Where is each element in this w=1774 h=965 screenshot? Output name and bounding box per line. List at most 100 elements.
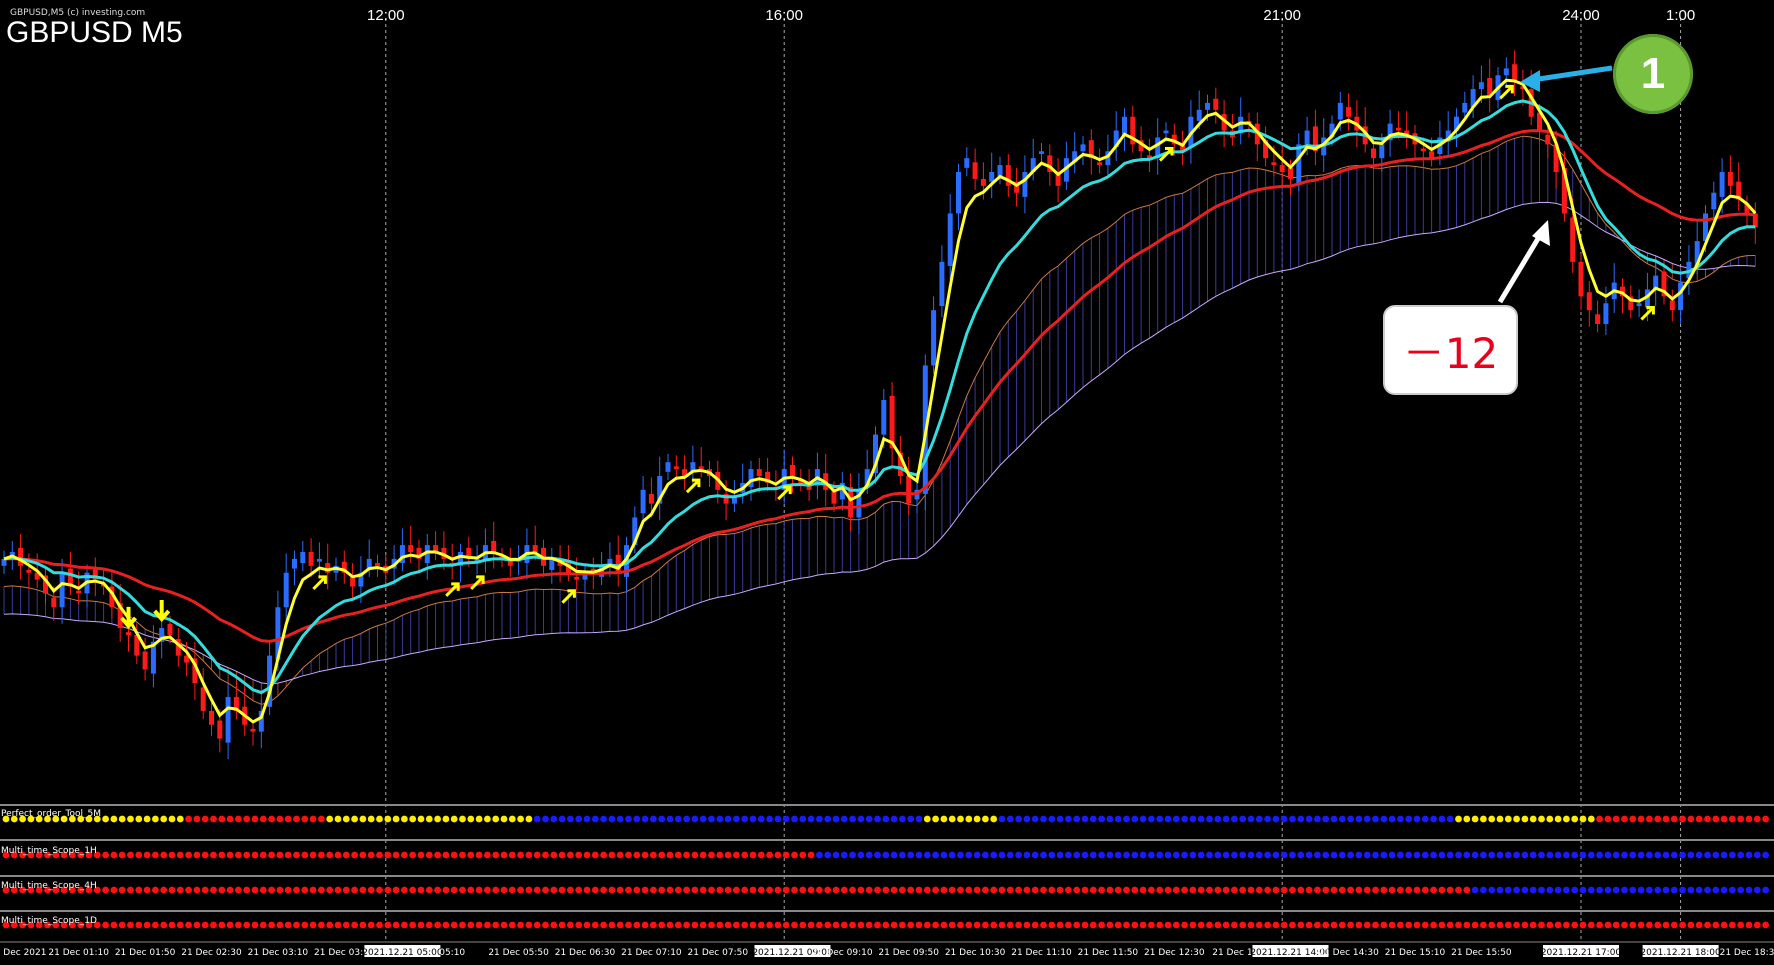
trend-dot — [1430, 815, 1437, 823]
trend-dot — [185, 815, 193, 823]
trend-dot — [276, 886, 284, 894]
trend-dot — [1571, 886, 1579, 894]
trend-dot — [708, 886, 715, 894]
trend-dot — [417, 886, 425, 894]
trend-dot — [816, 815, 823, 823]
trend-dot — [857, 921, 865, 929]
trend-dot — [1438, 851, 1446, 859]
trend-dot — [235, 851, 242, 859]
trend-dot — [1446, 886, 1454, 894]
trend-dot — [749, 851, 757, 859]
trend-dot — [1280, 921, 1288, 929]
trend-dot — [1695, 921, 1703, 929]
trend-dot — [591, 851, 599, 859]
trend-dot — [376, 815, 383, 823]
trend-dot — [1314, 921, 1321, 929]
trend-dot — [1538, 851, 1545, 859]
trend-dot — [517, 851, 524, 859]
trend-dot — [334, 886, 342, 894]
trend-dot — [1380, 851, 1388, 859]
trend-dot — [1089, 886, 1097, 894]
price-chart[interactable]: 12:0016:0021:0024:001:00 1 Dec 202121 De… — [0, 0, 1774, 965]
trend-dot — [774, 815, 782, 823]
trend-dot — [1239, 921, 1247, 929]
trend-dot — [193, 851, 201, 859]
trend-dot — [940, 921, 948, 929]
trend-dot — [1015, 851, 1022, 859]
trend-dot — [716, 921, 724, 929]
trend-dot — [1065, 921, 1072, 929]
bottom-axis-label: 05:10 — [439, 948, 465, 958]
trend-dot — [484, 851, 491, 859]
trend-dot — [1314, 851, 1321, 859]
trend-dot — [127, 851, 134, 859]
trend-dot — [1023, 886, 1031, 894]
trend-dot — [1712, 815, 1720, 823]
trend-dot — [1737, 921, 1745, 929]
trend-dot — [658, 851, 666, 859]
trend-dot — [243, 886, 251, 894]
trend-dot — [1255, 815, 1263, 823]
trend-dot — [193, 815, 201, 823]
trend-dot — [1189, 851, 1197, 859]
trend-dot — [1338, 815, 1346, 823]
trend-dot — [459, 886, 466, 894]
trend-dot — [143, 815, 151, 823]
trend-dot — [915, 886, 923, 894]
trend-dot — [882, 886, 890, 894]
trend-dot — [326, 921, 334, 929]
trend-dot — [1006, 886, 1014, 894]
trend-dot — [666, 815, 674, 823]
trend-dot — [152, 886, 159, 894]
trend-dot — [409, 886, 417, 894]
trend-dot — [384, 886, 392, 894]
trend-dot — [542, 886, 549, 894]
trend-dot — [550, 815, 558, 823]
trend-dot — [1131, 815, 1139, 823]
trend-dot — [500, 886, 508, 894]
trend-dot — [1455, 921, 1462, 929]
trend-dot — [1214, 921, 1222, 929]
trend-dot — [1297, 921, 1305, 929]
bottom-axis-label: 21 Dec 09:10 — [812, 948, 873, 958]
trend-dot — [434, 886, 441, 894]
trend-dot — [1363, 921, 1371, 929]
trend-dot — [110, 851, 118, 859]
trend-dot — [1272, 815, 1280, 823]
trend-dot — [450, 921, 458, 929]
trend-dot — [865, 921, 873, 929]
trend-dot — [1695, 886, 1703, 894]
trend-dot — [608, 921, 616, 929]
trend-dot — [542, 921, 549, 929]
trend-dot — [1006, 815, 1014, 823]
trend-dot — [1662, 921, 1670, 929]
trend-dot — [691, 815, 699, 823]
trend-dot — [401, 815, 408, 823]
trend-dot — [392, 851, 400, 859]
trend-dot — [832, 921, 840, 929]
trend-dot — [525, 921, 533, 929]
trend-dot — [1139, 921, 1147, 929]
trend-dot — [309, 921, 317, 929]
trend-dot — [1139, 851, 1147, 859]
trend-dot — [716, 815, 724, 823]
trend-dot — [276, 851, 284, 859]
trend-dot — [1563, 815, 1570, 823]
trend-dot — [1056, 851, 1064, 859]
trend-dot — [301, 921, 309, 929]
trend-dot — [533, 815, 541, 823]
trend-dot — [1729, 921, 1736, 929]
trend-dot — [1397, 886, 1404, 894]
trend-dot — [1247, 886, 1255, 894]
trend-dot — [450, 886, 458, 894]
trend-dot — [1538, 815, 1545, 823]
trend-dot — [799, 886, 807, 894]
trend-dot — [674, 815, 682, 823]
trend-dot — [1397, 815, 1404, 823]
trend-dot — [1637, 815, 1645, 823]
trend-dot — [284, 851, 292, 859]
trend-dot — [1197, 921, 1205, 929]
trend-dot — [326, 851, 334, 859]
trend-dot — [1587, 886, 1595, 894]
trend-dot — [1438, 921, 1446, 929]
